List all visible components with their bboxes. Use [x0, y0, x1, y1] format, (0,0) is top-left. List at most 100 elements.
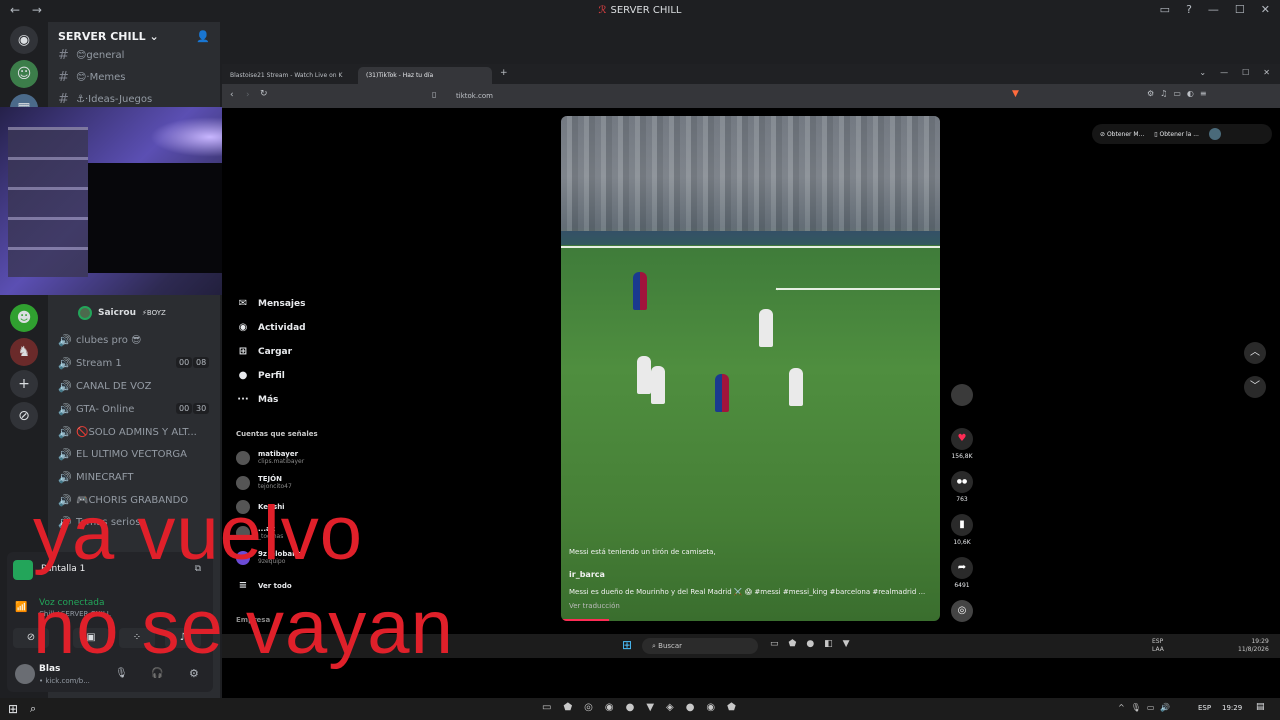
- user-count: 00: [176, 357, 193, 368]
- video-author[interactable]: ir_barca: [569, 570, 605, 579]
- taskbar-apps[interactable]: ▭⬟●◧▼: [770, 639, 860, 649]
- add-server-icon[interactable]: +: [10, 370, 38, 398]
- avatar[interactable]: [15, 664, 35, 684]
- channel-label: ⚓·Ideas-Juegos: [76, 94, 153, 105]
- server-icon[interactable]: ♞: [10, 338, 38, 366]
- avatar: [236, 475, 250, 490]
- voice-channel[interactable]: 🔊 clubes pro 😎: [58, 334, 141, 347]
- url-field[interactable]: tiktok.com: [450, 89, 1210, 103]
- like-count: 156,8K: [951, 453, 973, 460]
- video-subtitle: Messi está teniendo un tirón de camiseta…: [569, 548, 716, 556]
- new-tab-icon[interactable]: +: [500, 68, 508, 78]
- input-language[interactable]: ESP: [1198, 704, 1211, 712]
- crowd: [561, 116, 940, 231]
- channel-label: 😊·Memes: [76, 72, 126, 83]
- nav-mensajes[interactable]: ✉ Mensajes: [236, 298, 306, 309]
- account-name: TEJÓN: [258, 475, 282, 483]
- channel-ideas-juegos[interactable]: # ⚓·Ideas-Juegos: [58, 92, 152, 107]
- close-icon[interactable]: ✕: [1261, 3, 1270, 16]
- following-title: Cuentas que señales: [236, 430, 318, 438]
- channel-label: CANAL DE VOZ: [76, 381, 152, 392]
- server-icon[interactable]: ☺: [10, 60, 38, 88]
- windows-start-icon[interactable]: ⊞: [622, 638, 632, 652]
- channel-general[interactable]: # 😊general: [58, 48, 124, 63]
- maximize-icon[interactable]: ☐: [1242, 68, 1249, 77]
- nav-mas[interactable]: ··· Más: [236, 394, 278, 405]
- voice-channel[interactable]: 🔊 CANAL DE VOZ: [58, 380, 151, 393]
- inner-clock[interactable]: 19:29 11/8/2026: [1238, 638, 1269, 654]
- voice-user-tag: ⚡BOYZ: [142, 309, 166, 317]
- user-status: • kick.com/b...: [39, 677, 90, 685]
- translate-link[interactable]: Ver traducción: [569, 602, 620, 610]
- minimize-icon[interactable]: —: [1220, 68, 1228, 77]
- channel-memes[interactable]: # 😊·Memes: [58, 70, 126, 85]
- nav-actividad[interactable]: ◉ Actividad: [236, 322, 306, 333]
- prev-video-button[interactable]: ︿: [1244, 342, 1266, 364]
- get-app-button[interactable]: ▯ Obtener la ...: [1154, 131, 1199, 138]
- player: [789, 368, 803, 406]
- account-item[interactable]: TEJÓN tejoncito47: [236, 475, 292, 490]
- window-controls: ▭ ? — ☐ ✕: [1160, 3, 1270, 16]
- tab-kick[interactable]: Blastoise21 Stream - Watch Live on K: [222, 67, 354, 84]
- share-count: 6491: [954, 582, 970, 589]
- maximize-icon[interactable]: ☐: [1235, 3, 1245, 16]
- minimize-icon[interactable]: —: [1208, 3, 1219, 16]
- forward-icon[interactable]: ›: [246, 90, 250, 100]
- comment-count: 763: [956, 496, 968, 503]
- video-player[interactable]: Messi está teniendo un tirón de camiseta…: [561, 116, 940, 621]
- taskbar-apps[interactable]: ▭⬟◎◉●▼◈●◉⬟: [542, 702, 748, 713]
- comment-icon: ●●: [951, 471, 973, 493]
- account-item[interactable]: matibayer clips.matibayer: [236, 450, 304, 465]
- server-icon[interactable]: ☻: [10, 304, 38, 332]
- back-icon[interactable]: ‹: [230, 90, 234, 100]
- window-title-text: SERVER CHILL: [610, 5, 682, 16]
- comment-button[interactable]: ●● 763: [950, 471, 974, 503]
- player: [759, 309, 773, 347]
- brave-shield-icon[interactable]: ▼: [1012, 89, 1019, 99]
- close-icon[interactable]: ✕: [1263, 68, 1270, 77]
- input-language[interactable]: ESP LAA: [1152, 638, 1164, 654]
- chevron-down-icon[interactable]: ⌄: [1199, 68, 1206, 77]
- like-button[interactable]: ♥ 156,8K: [950, 428, 974, 460]
- taskbar-clock[interactable]: 19:29: [1222, 704, 1242, 712]
- channel-label: MINECRAFT: [76, 472, 134, 483]
- window-title: ℛ SERVER CHILL: [0, 5, 1280, 16]
- voice-channel[interactable]: 🔊 EL ULTIMO VECTORGA: [58, 448, 187, 461]
- taskbar-search[interactable]: ⌕ Buscar: [642, 638, 758, 654]
- search-icon[interactable]: ⌕: [30, 702, 36, 716]
- voice-channel[interactable]: 🔊 GTA- Online: [58, 403, 134, 416]
- bookmark-icon[interactable]: ▯: [432, 90, 436, 99]
- extensions-icon[interactable]: ⚙♫▭◐≡: [1147, 89, 1213, 98]
- get-app-button[interactable]: ⊘ Obtener M...: [1100, 131, 1144, 138]
- tab-tiktok[interactable]: (31)TikTok - Haz tu día: [358, 67, 492, 84]
- explore-icon[interactable]: ⊘: [10, 402, 38, 430]
- sound-disc[interactable]: ◎: [950, 600, 974, 622]
- field-line: [561, 246, 940, 248]
- inbox-icon[interactable]: ▭: [1160, 3, 1170, 16]
- player: [651, 366, 665, 404]
- progress-bar[interactable]: [561, 619, 609, 621]
- invite-icon[interactable]: 👤: [196, 30, 210, 43]
- voice-channel[interactable]: 🔊 Stream 1: [58, 357, 122, 370]
- nav-perfil[interactable]: ● Perfil: [236, 370, 285, 381]
- notification-icon[interactable]: ▤: [1256, 702, 1265, 712]
- windows-start-icon[interactable]: ⊞: [8, 702, 18, 716]
- tray-icons[interactable]: ^🎙▭🔊: [1118, 703, 1176, 712]
- channel-label: EL ULTIMO VECTORGA: [76, 449, 187, 460]
- creator-avatar[interactable]: [950, 384, 974, 406]
- next-video-button[interactable]: ﹀: [1244, 376, 1266, 398]
- hash-icon: #: [58, 70, 69, 85]
- share-button[interactable]: ➦ 6491: [950, 557, 974, 589]
- help-icon[interactable]: ?: [1186, 3, 1192, 16]
- voice-user[interactable]: Saicrou ⚡BOYZ: [78, 306, 166, 320]
- save-count: 10,6K: [953, 539, 971, 546]
- voice-channel[interactable]: 🔊 🚫SOLO ADMINS Y ALT...: [58, 426, 197, 439]
- music-disc-icon: ◎: [951, 600, 973, 622]
- nav-cargar[interactable]: ⊞ Cargar: [236, 346, 292, 357]
- speaker-icon: 🔊: [58, 357, 72, 370]
- reload-icon[interactable]: ↻: [260, 89, 268, 99]
- voice-channel[interactable]: 🔊 MINECRAFT: [58, 471, 133, 484]
- avatar[interactable]: [1208, 128, 1221, 140]
- save-button[interactable]: ▮ 10,6K: [950, 514, 974, 546]
- discord-home-icon[interactable]: ◉: [10, 26, 38, 54]
